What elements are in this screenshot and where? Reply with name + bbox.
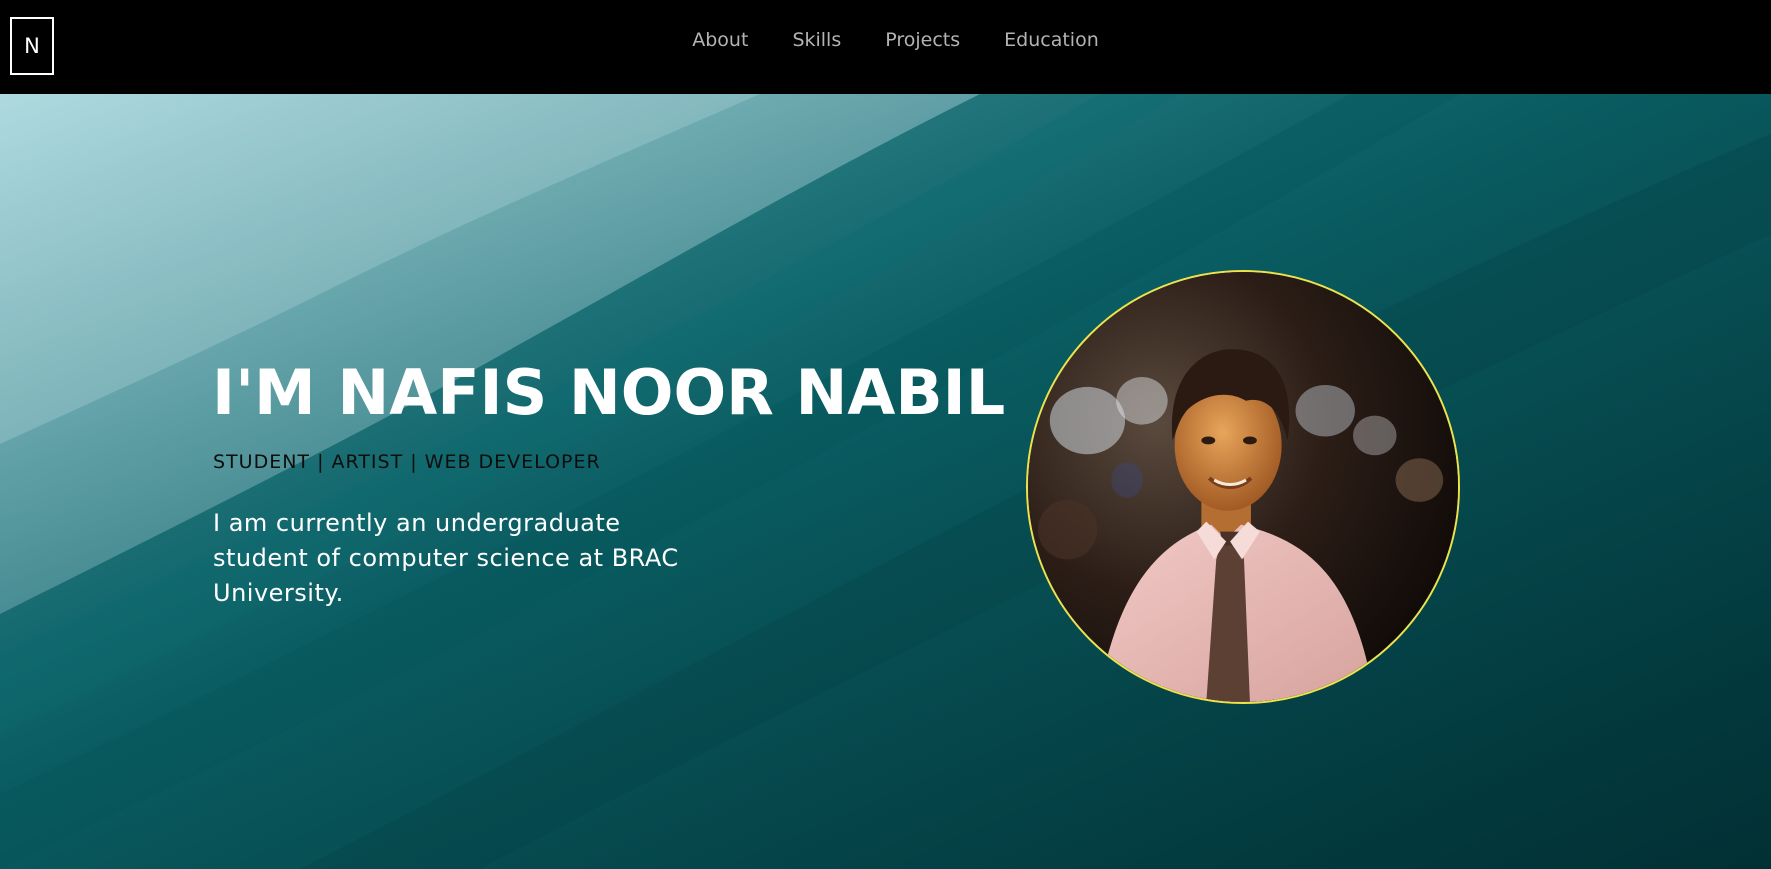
- nav-links: About Skills Projects Education: [0, 0, 1771, 80]
- hero-subtitle: STUDENT | ARTIST | WEB DEVELOPER: [213, 451, 601, 473]
- page: N About Skills Projects Education I'M NA…: [0, 0, 1771, 869]
- hero-title: I'M NAFIS NOOR NABIL: [212, 356, 1006, 429]
- nav-link-about[interactable]: About: [692, 29, 748, 51]
- hero-background-image: [0, 94, 1771, 869]
- profile-portrait-image: [1028, 272, 1458, 702]
- nav-link-education[interactable]: Education: [1004, 29, 1099, 51]
- nav-link-skills[interactable]: Skills: [792, 29, 841, 51]
- top-navbar: N About Skills Projects Education: [0, 0, 1771, 94]
- profile-photo: [1026, 270, 1460, 704]
- hero-description: I am currently an undergraduate student …: [213, 509, 679, 607]
- hero-section: I'M NAFIS NOOR NABIL STUDENT | ARTIST | …: [0, 94, 1771, 869]
- nav-link-projects[interactable]: Projects: [885, 29, 960, 51]
